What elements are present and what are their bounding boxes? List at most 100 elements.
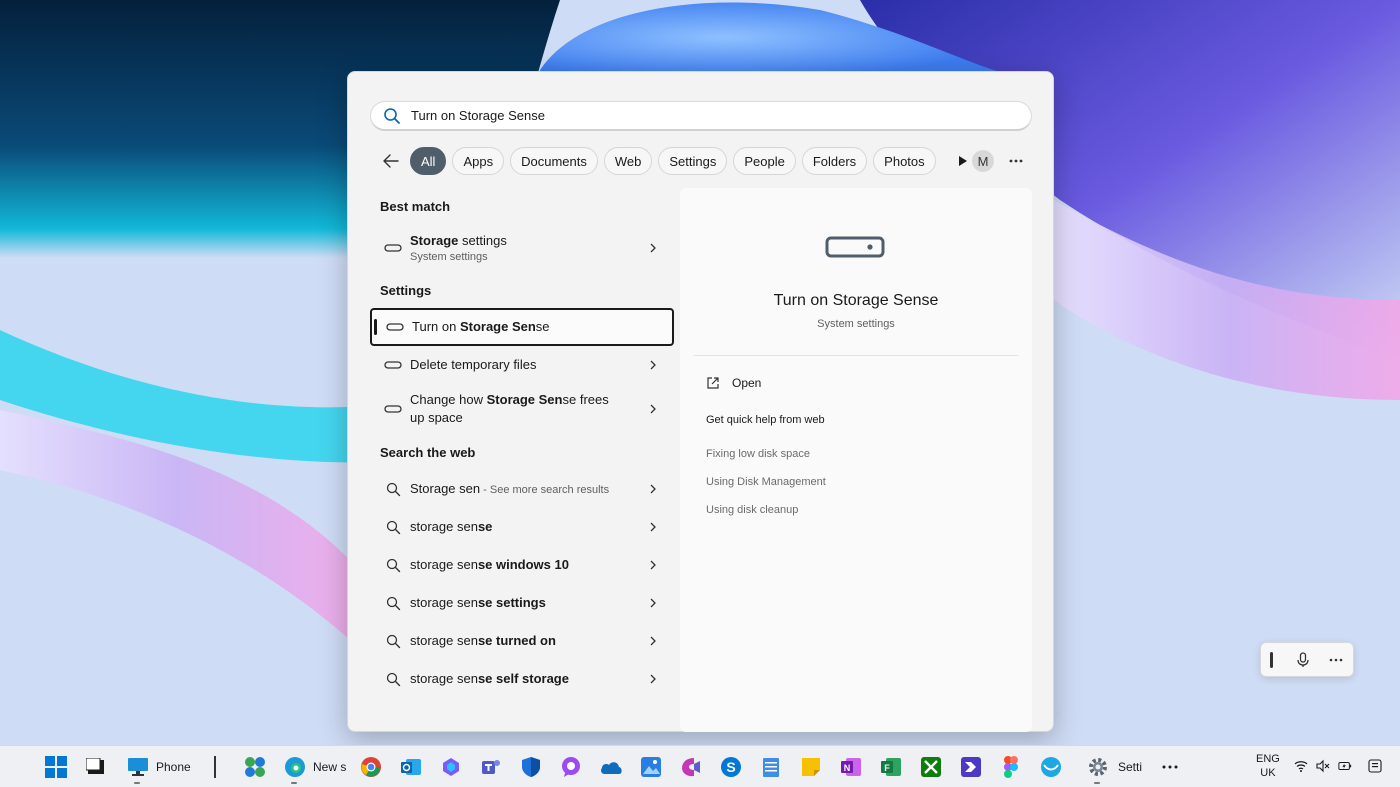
teams-icon[interactable] bbox=[479, 755, 503, 779]
voice-access-widget bbox=[1260, 642, 1354, 677]
more-options-icon[interactable] bbox=[1004, 150, 1028, 172]
skype-icon[interactable]: S bbox=[719, 755, 743, 779]
search-icon bbox=[384, 670, 402, 688]
filter-web[interactable]: Web bbox=[603, 147, 653, 175]
search-box[interactable] bbox=[370, 101, 1032, 131]
search-icon bbox=[383, 107, 401, 125]
drag-handle[interactable] bbox=[1270, 651, 1273, 668]
chevron-right-icon bbox=[648, 359, 658, 371]
open-action[interactable]: Open bbox=[706, 376, 761, 390]
setting-item-label: Change how Storage Sense frees up space bbox=[410, 392, 609, 425]
running-indicator bbox=[134, 782, 140, 784]
filter-photos[interactable]: Photos bbox=[873, 147, 936, 175]
chevron-right-icon bbox=[648, 635, 658, 647]
filter-documents[interactable]: Documents bbox=[510, 147, 598, 175]
filter-all[interactable]: All bbox=[410, 147, 447, 175]
web-result-item[interactable]: storage sense bbox=[370, 508, 674, 546]
storage-drive-icon bbox=[384, 400, 402, 418]
open-label: Open bbox=[732, 376, 762, 390]
edge-browser-icon[interactable] bbox=[283, 755, 307, 779]
running-indicator bbox=[291, 782, 297, 784]
more-options-icon[interactable] bbox=[1329, 652, 1343, 668]
search-input[interactable] bbox=[411, 108, 1011, 123]
settings-gear-icon[interactable] bbox=[1086, 755, 1110, 779]
web-result-label: storage sense turned on bbox=[410, 633, 556, 648]
web-result-item[interactable]: storage sense windows 10 bbox=[370, 546, 674, 584]
battery-charging-icon[interactable] bbox=[1338, 759, 1352, 773]
results-list: Best match Storage settings System settin… bbox=[370, 188, 674, 698]
setting-item-change-storage-sense[interactable]: Change how Storage Sense frees up space bbox=[370, 384, 674, 434]
web-result-label: storage sense bbox=[410, 519, 493, 534]
start-windows-icon[interactable] bbox=[44, 755, 68, 779]
help-link[interactable]: Using disk cleanup bbox=[706, 504, 798, 516]
filter-settings[interactable]: Settings bbox=[658, 147, 728, 175]
notepad-icon[interactable] bbox=[759, 755, 783, 779]
xbox-icon[interactable] bbox=[919, 755, 943, 779]
input-language-indicator[interactable]: ENG UK bbox=[1256, 752, 1280, 780]
wifi-icon[interactable] bbox=[1294, 759, 1308, 773]
chevron-right-icon bbox=[648, 673, 658, 685]
preview-subtitle: System settings bbox=[817, 318, 895, 330]
web-result-item[interactable]: storage sense settings bbox=[370, 584, 674, 622]
taskbar: Phone New s S N F Setti ENG UK bbox=[0, 745, 1400, 787]
filter-apps[interactable]: Apps bbox=[452, 147, 505, 175]
preview-title: Turn on Storage Sense bbox=[773, 292, 939, 309]
taskbar-separator bbox=[214, 756, 216, 778]
taskbar-settings-label: Setti bbox=[1118, 760, 1143, 774]
avatar[interactable]: M bbox=[972, 150, 994, 172]
section-settings: Settings bbox=[380, 282, 432, 298]
planner-icon[interactable]: F bbox=[879, 755, 903, 779]
sticky-notes-icon[interactable] bbox=[799, 755, 823, 779]
figma-icon[interactable] bbox=[999, 755, 1023, 779]
web-result-item[interactable]: storage sense turned on bbox=[370, 622, 674, 660]
onedrive-cloud-icon[interactable] bbox=[599, 755, 623, 779]
best-match-item[interactable]: Storage settings System settings bbox=[370, 224, 674, 272]
taskbar-overflow-icon[interactable] bbox=[1158, 755, 1182, 779]
photos-icon[interactable] bbox=[639, 755, 663, 779]
chevron-right-icon bbox=[648, 403, 658, 415]
taskbar-phone-label: Phone bbox=[156, 760, 191, 774]
copilot-icon[interactable] bbox=[439, 755, 463, 779]
outlook-icon[interactable] bbox=[399, 755, 423, 779]
power-automate-icon[interactable] bbox=[959, 755, 983, 779]
chat-bubble-app-icon[interactable] bbox=[559, 755, 583, 779]
web-result-label: storage sense settings bbox=[410, 595, 546, 610]
svg-text:F: F bbox=[884, 763, 890, 773]
clipchamp-icon[interactable] bbox=[679, 755, 703, 779]
section-best-match: Best match bbox=[380, 198, 451, 214]
running-indicator bbox=[1094, 782, 1100, 784]
bird-app-icon[interactable] bbox=[1039, 755, 1063, 779]
setting-item-label: Turn on Storage Sense bbox=[412, 319, 550, 334]
taskbar-news-label: New s bbox=[313, 760, 347, 774]
filter-folders[interactable]: Folders bbox=[801, 147, 868, 175]
search-icon bbox=[384, 594, 402, 612]
microphone-icon[interactable] bbox=[1295, 651, 1311, 668]
web-result-item[interactable]: storage sense self storage bbox=[370, 660, 674, 698]
setting-item-delete-temporary-files[interactable]: Delete temporary files bbox=[370, 346, 674, 384]
notification-icon[interactable] bbox=[1368, 759, 1382, 773]
widgets-icon[interactable] bbox=[243, 755, 267, 779]
best-match-subtitle: System settings bbox=[410, 251, 488, 263]
help-link[interactable]: Fixing low disk space bbox=[706, 448, 810, 460]
web-result-item[interactable]: Storage sen - See more search results bbox=[370, 470, 674, 508]
onenote-icon[interactable]: N bbox=[839, 755, 863, 779]
web-result-label: storage sense self storage bbox=[410, 671, 569, 686]
filter-people[interactable]: People bbox=[733, 147, 796, 175]
phone-link-icon[interactable] bbox=[126, 755, 150, 779]
task-view-icon[interactable] bbox=[84, 755, 108, 779]
best-match-label: Storage settings System settings bbox=[410, 233, 507, 263]
defender-shield-icon[interactable] bbox=[519, 755, 543, 779]
help-link[interactable]: Using Disk Management bbox=[706, 476, 826, 488]
speaker-muted-icon[interactable] bbox=[1316, 759, 1330, 773]
filter-bar: All Apps Documents Web Settings People F… bbox=[378, 146, 978, 176]
search-icon bbox=[384, 480, 402, 498]
chevron-right-icon bbox=[648, 521, 658, 533]
storage-drive-icon bbox=[825, 232, 885, 262]
web-result-label: Storage sen - See more search results bbox=[410, 480, 610, 496]
back-arrow-icon[interactable] bbox=[378, 148, 404, 174]
setting-item-turn-on-storage-sense[interactable]: Turn on Storage Sense bbox=[370, 308, 674, 346]
chevron-right-icon bbox=[648, 483, 658, 495]
chrome-icon[interactable] bbox=[359, 755, 383, 779]
search-panel: All Apps Documents Web Settings People F… bbox=[347, 71, 1054, 732]
chevron-right-icon bbox=[648, 597, 658, 609]
